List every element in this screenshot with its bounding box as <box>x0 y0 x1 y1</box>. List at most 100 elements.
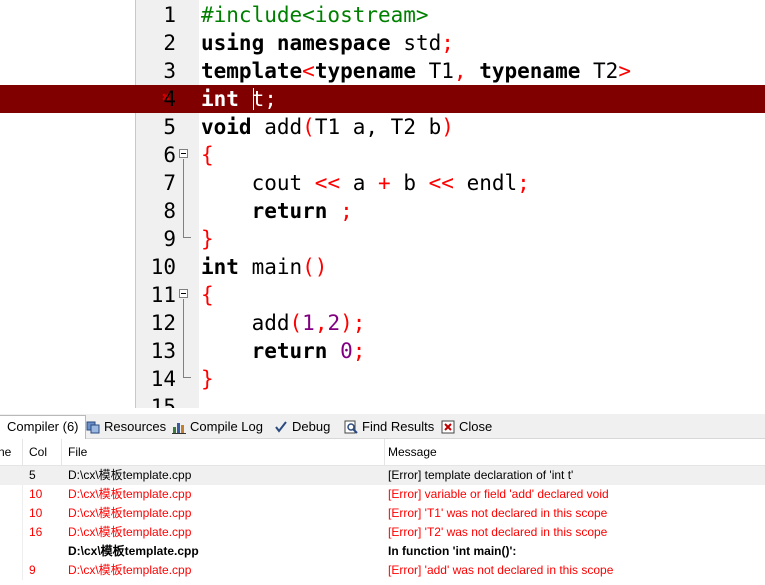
code-text: { <box>201 141 214 169</box>
line-number: 9 <box>163 227 176 251</box>
message-row[interactable]: 9 D:\cx\模板template.cpp [Error] 'add' was… <box>0 561 765 580</box>
find-results-icon <box>344 419 358 434</box>
text-cursor <box>253 88 254 110</box>
line-number: 3 <box>163 59 176 83</box>
identifier: add <box>251 115 303 139</box>
identifier: std <box>390 31 442 55</box>
symbol: ) <box>340 311 353 335</box>
compile-log-icon <box>172 419 186 434</box>
message-file: D:\cx\模板template.cpp <box>68 468 192 482</box>
symbol: < <box>302 59 315 83</box>
code-line[interactable]: 1 #include<iostream> <box>0 1 765 29</box>
tab-compile-log[interactable]: Compile Log <box>172 416 263 437</box>
symbol: { <box>201 283 214 307</box>
identifier: cout <box>201 171 315 195</box>
code-line[interactable]: 7 cout << a + b << endl; <box>0 169 765 197</box>
identifier: t; <box>238 87 277 111</box>
keyword: namespace <box>276 31 391 55</box>
message-row[interactable]: 10 D:\cx\模板template.cpp [Error] 'T1' was… <box>0 504 765 523</box>
symbol: ; <box>352 311 366 335</box>
symbol: , <box>453 59 467 83</box>
identifier: endl <box>453 171 518 195</box>
code-line[interactable]: 13 return 0; <box>0 337 765 365</box>
line-number: 13 <box>150 339 176 363</box>
code-line[interactable]: 6 { <box>0 141 765 169</box>
symbol: } <box>201 367 214 391</box>
message-text: [Error] 'add' was not declared in this s… <box>388 563 614 577</box>
message-text: [Error] 'T1' was not declared in this sc… <box>388 506 608 520</box>
panel-tab-bar: Compiler (6) Resources Compile Log Debug… <box>0 414 765 439</box>
message-file: D:\cx\模板template.cpp <box>68 487 192 501</box>
code-text: { <box>201 281 214 309</box>
tab-compiler[interactable]: Compiler (6) <box>0 415 86 439</box>
code-line[interactable]: 12 add(1,2); <box>0 309 765 337</box>
code-line[interactable]: 11 { <box>0 281 765 309</box>
tab-debug[interactable]: Debug <box>274 416 330 437</box>
keyword: int <box>201 87 239 111</box>
code-line[interactable]: 2 using namespace std; <box>0 29 765 57</box>
message-row[interactable]: 16 D:\cx\模板template.cpp [Error] 'T2' was… <box>0 523 765 542</box>
keyword: typename <box>314 59 416 83</box>
code-line[interactable]: 5 void add(T1 a, T2 b) <box>0 113 765 141</box>
message-row[interactable]: 10 D:\cx\模板template.cpp [Error] variable… <box>0 485 765 504</box>
code-line[interactable]: 15 <box>0 393 765 408</box>
line-number: 14 <box>150 367 176 391</box>
number-literal: 2 <box>327 311 341 335</box>
line-number: 5 <box>163 115 176 139</box>
symbol: ; <box>441 31 454 55</box>
tab-label: Compile Log <box>190 419 263 434</box>
line-number: 6 <box>163 143 176 167</box>
error-highlight-line[interactable]: ✖ 4 int t; <box>0 85 765 113</box>
tab-close[interactable]: Close <box>441 416 492 437</box>
column-divider[interactable] <box>61 439 62 465</box>
line-number: 4 <box>163 87 176 111</box>
code-line[interactable]: 10 int main() <box>0 253 765 281</box>
message-row[interactable]: 5 D:\cx\模板template.cpp [Error] template … <box>0 466 765 485</box>
tab-find-results[interactable]: Find Results <box>344 416 434 437</box>
symbol: ( <box>302 115 315 139</box>
line-number: 2 <box>163 31 176 55</box>
symbol: () <box>302 255 328 279</box>
symbol: { <box>201 143 214 167</box>
code-text: template<typename T1, typename T2> <box>201 57 631 85</box>
identifier: main <box>238 255 303 279</box>
identifier: T1 a, T2 b <box>314 115 442 139</box>
message-col: 16 <box>29 525 43 539</box>
message-col: 10 <box>29 506 43 520</box>
code-line[interactable]: 8 return ; <box>0 197 765 225</box>
symbol: ; <box>352 339 366 363</box>
column-header-col[interactable]: Col <box>29 439 47 465</box>
column-divider[interactable] <box>384 439 385 465</box>
debug-check-icon <box>274 419 288 433</box>
line-number: 1 <box>163 3 176 27</box>
message-col: 5 <box>29 468 36 482</box>
message-file: D:\cx\模板template.cpp <box>68 544 199 558</box>
number-literal: 1 <box>302 311 315 335</box>
line-number: 12 <box>150 311 176 335</box>
column-header-line[interactable]: ne <box>0 439 11 465</box>
code-line[interactable]: 9 } <box>0 225 765 253</box>
code-text: } <box>201 225 214 253</box>
line-number: 11 <box>150 283 176 307</box>
code-text: int t; <box>201 85 277 113</box>
column-header-file[interactable]: File <box>68 439 87 465</box>
line-number: 8 <box>163 199 176 223</box>
identifier: T2 <box>580 59 619 83</box>
identifier: T1 <box>415 59 454 83</box>
column-header-message[interactable]: Message <box>388 439 437 465</box>
close-icon <box>441 419 455 434</box>
cell-divider <box>22 561 23 580</box>
message-row[interactable]: D:\cx\模板template.cpp In function 'int ma… <box>0 542 765 561</box>
fold-collapse-icon[interactable] <box>179 289 188 298</box>
code-editor[interactable]: 1 #include<iostream> 2 using namespace s… <box>0 0 765 408</box>
code-line[interactable]: 3 template<typename T1, typename T2> <box>0 57 765 85</box>
fold-end-marker <box>183 365 191 378</box>
column-divider[interactable] <box>22 439 23 465</box>
code-line[interactable]: 14 } <box>0 365 765 393</box>
cell-divider <box>22 485 23 504</box>
message-text: [Error] template declaration of 'int t' <box>388 468 574 482</box>
tab-label: Compiler (6) <box>7 419 79 434</box>
tab-resources[interactable]: Resources <box>86 416 166 437</box>
fold-collapse-icon[interactable] <box>179 149 188 158</box>
symbol: << <box>428 171 454 195</box>
